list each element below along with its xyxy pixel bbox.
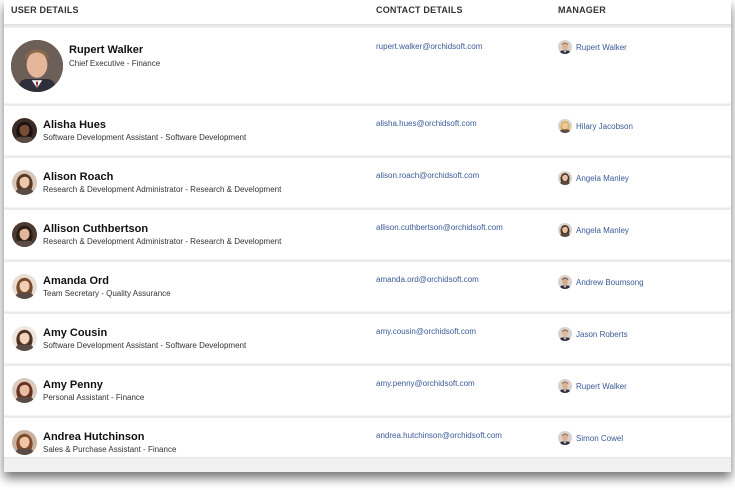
- email-link[interactable]: alison.roach@orchidsoft.com: [376, 171, 479, 180]
- manager-name: Rupert Walker: [576, 42, 627, 52]
- table-footer-strip: [4, 457, 731, 472]
- table-row: Allison Cuthbertson Research & Developmen…: [4, 208, 731, 260]
- email-link[interactable]: rupert.walker@orchidsoft.com: [376, 42, 482, 51]
- manager-name: Hilary Jacobson: [576, 121, 633, 131]
- manager-name: Angela Manley: [576, 225, 629, 235]
- user-name[interactable]: Andrea Hutchinson: [43, 431, 144, 443]
- avatar[interactable]: [12, 430, 37, 455]
- user-name[interactable]: Amy Penny: [43, 379, 103, 391]
- manager-link[interactable]: Andrew Boumsong: [558, 275, 644, 289]
- user-role: Software Development Assistant - Softwar…: [43, 341, 247, 350]
- user-name[interactable]: Rupert Walker: [69, 44, 143, 56]
- manager-name: Andrew Boumsong: [576, 277, 644, 287]
- user-name[interactable]: Allison Cuthbertson: [43, 223, 148, 235]
- user-role: Research & Development Administrator - R…: [43, 185, 282, 194]
- manager-avatar: [558, 379, 572, 393]
- user-role: Chief Executive - Finance: [69, 59, 161, 68]
- manager-name: Simon Cowel: [576, 433, 624, 443]
- manager-name: Jason Roberts: [576, 329, 628, 339]
- user-name[interactable]: Amy Cousin: [43, 327, 107, 339]
- table-row: Amy Penny Personal Assistant - Finance amy…: [4, 364, 731, 416]
- user-name[interactable]: Alisha Hues: [43, 119, 106, 131]
- table-row: Alisha Hues Software Development Assistan…: [4, 104, 731, 156]
- manager-avatar: [558, 275, 572, 289]
- manager-avatar: [558, 171, 572, 185]
- manager-avatar: [558, 119, 572, 133]
- user-role: Personal Assistant - Finance: [43, 393, 145, 402]
- manager-link[interactable]: Rupert Walker: [558, 379, 627, 393]
- avatar[interactable]: [12, 378, 37, 403]
- user-name[interactable]: Alison Roach: [43, 171, 113, 183]
- table-row: Rupert Walker Chief Executive - Finance ru…: [4, 26, 731, 104]
- user-role: Research & Development Administrator - R…: [43, 237, 282, 246]
- avatar[interactable]: [11, 40, 63, 92]
- user-directory-table: USER DETAILS CONTACT DETAILS MANAGER Rup…: [4, 0, 731, 472]
- user-list: Rupert Walker Chief Executive - Finance ru…: [4, 26, 731, 468]
- avatar[interactable]: [12, 222, 37, 247]
- manager-avatar: [558, 431, 572, 445]
- manager-avatar: [558, 223, 572, 237]
- email-link[interactable]: andrea.hutchinson@orchidsoft.com: [376, 431, 502, 440]
- manager-name: Rupert Walker: [576, 381, 627, 391]
- avatar[interactable]: [12, 274, 37, 299]
- table-row: Amy Cousin Software Development Assistant…: [4, 312, 731, 364]
- manager-link[interactable]: Hilary Jacobson: [558, 119, 633, 133]
- column-header-user-details: USER DETAILS: [11, 5, 79, 15]
- email-link[interactable]: amy.cousin@orchidsoft.com: [376, 327, 476, 336]
- manager-link[interactable]: Jason Roberts: [558, 327, 628, 341]
- manager-avatar: [558, 327, 572, 341]
- email-link[interactable]: alisha.hues@orchidsoft.com: [376, 119, 477, 128]
- user-role: Software Development Assistant - Softwar…: [43, 133, 247, 142]
- user-name[interactable]: Amanda Ord: [43, 275, 109, 287]
- manager-name: Angela Manley: [576, 173, 629, 183]
- avatar[interactable]: [12, 326, 37, 351]
- table-row: Alison Roach Research & Development Admin…: [4, 156, 731, 208]
- avatar[interactable]: [12, 118, 37, 143]
- email-link[interactable]: amy.penny@orchidsoft.com: [376, 379, 475, 388]
- avatar[interactable]: [12, 170, 37, 195]
- table-row: Amanda Ord Team Secretary - Quality Assur…: [4, 260, 731, 312]
- manager-link[interactable]: Simon Cowel: [558, 431, 623, 445]
- email-link[interactable]: allison.cuthbertson@orchidsoft.com: [376, 223, 503, 232]
- manager-avatar: [558, 40, 572, 54]
- user-role: Sales & Purchase Assistant - Finance: [43, 445, 177, 454]
- column-header-manager: MANAGER: [558, 5, 606, 15]
- user-role: Team Secretary - Quality Assurance: [43, 289, 171, 298]
- email-link[interactable]: amanda.ord@orchidsoft.com: [376, 275, 479, 284]
- table-header: USER DETAILS CONTACT DETAILS MANAGER: [4, 0, 731, 26]
- manager-link[interactable]: Angela Manley: [558, 171, 629, 185]
- manager-link[interactable]: Rupert Walker: [558, 40, 627, 54]
- column-header-contact-details: CONTACT DETAILS: [376, 5, 463, 15]
- manager-link[interactable]: Angela Manley: [558, 223, 629, 237]
